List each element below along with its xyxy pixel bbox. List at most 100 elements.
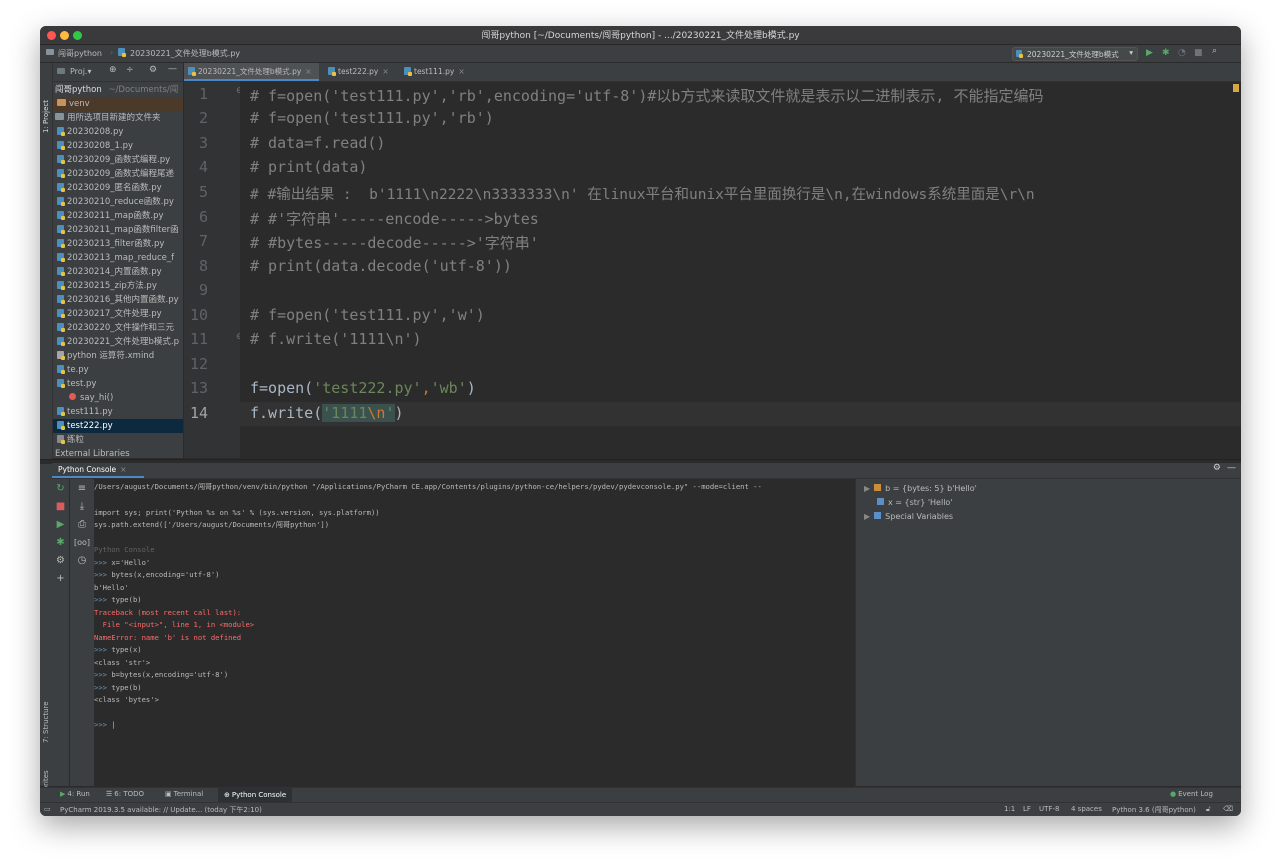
structure-tool-tab[interactable]: 7: Structure bbox=[42, 701, 50, 743]
scroll-end-icon[interactable]: ⤓ bbox=[70, 501, 94, 513]
tree-item-file[interactable]: test111.py bbox=[53, 405, 183, 419]
rerun-icon[interactable]: ↻ bbox=[52, 483, 69, 495]
search-icon[interactable]: ⌕ bbox=[1212, 46, 1217, 56]
terminal-tool-button[interactable]: ▣ Terminal bbox=[165, 790, 203, 798]
tree-item-function[interactable]: say_hi() bbox=[53, 391, 183, 405]
variable-row[interactable]: ▶ Special Variables bbox=[864, 512, 953, 521]
close-icon[interactable]: × bbox=[120, 465, 126, 474]
tree-item-label: 20230213_map_reduce_f bbox=[67, 253, 175, 263]
status-message[interactable]: PyCharm 2019.3.5 available: // Update...… bbox=[60, 805, 262, 815]
variable-row[interactable]: x = {str} 'Hello' bbox=[877, 498, 953, 507]
inspection-indicator-icon[interactable] bbox=[1233, 84, 1239, 92]
tree-item-file[interactable]: 20230215_zip方法.py bbox=[53, 279, 183, 293]
project-view-select[interactable]: Proj.▾ bbox=[70, 67, 91, 76]
history-icon[interactable]: ◷ bbox=[70, 555, 94, 567]
tree-item-file[interactable]: 练粒 bbox=[53, 433, 183, 447]
python-console-tool-button[interactable]: ⊕ Python Console bbox=[218, 788, 293, 802]
tree-item-file[interactable]: 20230211_map函数.py bbox=[53, 209, 183, 223]
close-icon[interactable]: × bbox=[382, 67, 388, 76]
execute-icon[interactable]: ▶ bbox=[52, 519, 69, 531]
tree-item-venv[interactable]: venv bbox=[53, 97, 183, 111]
lock-icon[interactable]: 🔓︎ bbox=[1206, 805, 1211, 814]
tree-item-label: 20230209_函数式编程尾递 bbox=[67, 169, 175, 179]
stop-icon[interactable]: ■ bbox=[52, 501, 69, 513]
string-token: 'wb' bbox=[430, 379, 467, 397]
print-icon[interactable]: ⎙ bbox=[70, 519, 94, 531]
tree-item-file[interactable]: 20230213_filter函数.py bbox=[53, 237, 183, 251]
line-number: 8 bbox=[198, 257, 208, 275]
hide-icon[interactable]: — bbox=[168, 64, 177, 74]
file-icon bbox=[118, 48, 128, 57]
debug-icon[interactable]: ✱ bbox=[52, 537, 69, 549]
run-configuration-select[interactable]: 20230221_文件处理b模式 ▾ bbox=[1012, 47, 1138, 61]
project-root-label: 闯哥python bbox=[55, 85, 102, 95]
soft-wrap-icon[interactable]: ≡ bbox=[70, 483, 94, 495]
tree-item-file[interactable]: test.py bbox=[53, 377, 183, 391]
breadcrumb-project[interactable]: 闯哥python bbox=[58, 48, 102, 59]
indent-setting[interactable]: 4 spaces bbox=[1071, 805, 1102, 813]
breadcrumb-file[interactable]: 20230221_文件处理b模式.py bbox=[130, 48, 240, 59]
console-line: import sys; print('Python %s on %s' % (s… bbox=[94, 508, 380, 517]
memory-icon[interactable]: ⌫ bbox=[1223, 805, 1233, 813]
expand-arrow-icon[interactable]: ▶ bbox=[864, 484, 870, 493]
caret-position[interactable]: 1:1 bbox=[1004, 805, 1015, 813]
tree-item-file[interactable]: 20230220_文件操作和三元 bbox=[53, 321, 183, 335]
add-icon[interactable]: + bbox=[52, 573, 69, 585]
tree-item-folder[interactable]: 用所选项目新建的文件夹 bbox=[53, 111, 183, 125]
console-output[interactable]: /Users/august/Documents/闯哥python/venv/bi… bbox=[94, 479, 854, 786]
folder-icon bbox=[57, 99, 66, 106]
tree-item-file[interactable]: 20230210_reduce函数.py bbox=[53, 195, 183, 209]
layout-icon[interactable]: ▭ bbox=[44, 805, 51, 813]
tree-item-libraries[interactable]: External Libraries bbox=[53, 447, 183, 458]
gear-icon[interactable]: ⚙ bbox=[149, 65, 157, 75]
tool-label: Python Console bbox=[231, 791, 287, 799]
tree-item-file[interactable]: 20230209_匿名函数.py bbox=[53, 181, 183, 195]
tab-20230221[interactable]: 20230221_文件处理b模式.py × bbox=[184, 63, 319, 81]
expand-arrow-icon[interactable]: ▶ bbox=[864, 512, 870, 521]
tab-test111[interactable]: test111.py × bbox=[400, 63, 469, 81]
variable-row[interactable]: ▶ b = {bytes: 5} b'Hello' bbox=[864, 484, 977, 493]
tree-item-file[interactable]: 20230209_函数式编程尾递 bbox=[53, 167, 183, 181]
hide-icon[interactable]: — bbox=[1227, 463, 1236, 473]
debug-icon[interactable]: ✱ bbox=[1162, 48, 1170, 58]
tree-item-file[interactable]: 20230211_map函数filter函 bbox=[53, 223, 183, 237]
file-encoding[interactable]: UTF-8 bbox=[1039, 805, 1059, 813]
settings-icon[interactable]: ⚙ bbox=[52, 555, 69, 567]
tab-label: Python Console bbox=[58, 465, 117, 474]
tree-item-label: test111.py bbox=[67, 407, 113, 417]
run-tool-button[interactable]: ▶ 4: Run bbox=[60, 790, 90, 798]
collapse-icon[interactable]: ÷ bbox=[126, 65, 134, 75]
show-variables-icon[interactable]: [oo] bbox=[70, 537, 94, 549]
close-icon[interactable]: × bbox=[458, 67, 464, 76]
console-line: >>> b=bytes(x,encoding='utf-8') bbox=[94, 670, 228, 679]
tree-item-file[interactable]: te.py bbox=[53, 363, 183, 377]
tree-item-file[interactable]: 20230208_1.py bbox=[53, 139, 183, 153]
code-line: # print(data.decode('utf-8')) bbox=[250, 257, 512, 275]
tab-python-console[interactable]: Python Console × bbox=[58, 465, 126, 474]
tree-item-file[interactable]: 20230217_文件处理.py bbox=[53, 307, 183, 321]
todo-tool-button[interactable]: ☰ 6: TODO bbox=[106, 790, 144, 798]
tree-item-file[interactable]: 20230216_其他内置函数.py bbox=[53, 293, 183, 307]
tree-item-file[interactable]: 20230209_函数式编程.py bbox=[53, 153, 183, 167]
gear-icon[interactable]: ⚙ bbox=[1213, 463, 1221, 473]
event-log-button[interactable]: ● Event Log bbox=[1170, 790, 1213, 798]
console-input-cursor[interactable]: | bbox=[111, 720, 115, 729]
interpreter-select[interactable]: Python 3.6 (闯哥python) bbox=[1112, 805, 1196, 815]
line-separator[interactable]: LF bbox=[1023, 805, 1031, 813]
tree-item-file[interactable]: 20230208.py bbox=[53, 125, 183, 139]
tree-item-file[interactable]: 20230214_内置函数.py bbox=[53, 265, 183, 279]
tab-test222[interactable]: test222.py × bbox=[324, 63, 393, 81]
project-tool-tab[interactable]: 1: Project bbox=[42, 100, 50, 133]
run-icon[interactable]: ▶ bbox=[1146, 48, 1153, 58]
tree-item-file[interactable]: 20230221_文件处理b模式.p bbox=[53, 335, 183, 349]
coverage-icon[interactable]: ◔ bbox=[1178, 48, 1186, 58]
tree-root[interactable]: 闯哥python ~/Documents/闯 bbox=[53, 83, 183, 97]
stop-icon[interactable]: ■ bbox=[1194, 48, 1203, 58]
tree-item-label: 练粒 bbox=[67, 435, 85, 445]
tree-item-file[interactable]: python 运算符.xmind bbox=[53, 349, 183, 363]
close-icon[interactable]: × bbox=[305, 67, 311, 76]
tree-item-selected[interactable]: test222.py bbox=[53, 419, 183, 433]
code-editor[interactable]: # f=open('test111.py','rb',encoding='utf… bbox=[240, 82, 1241, 458]
locate-icon[interactable]: ⊕ bbox=[109, 65, 117, 75]
tree-item-file[interactable]: 20230213_map_reduce_f bbox=[53, 251, 183, 265]
